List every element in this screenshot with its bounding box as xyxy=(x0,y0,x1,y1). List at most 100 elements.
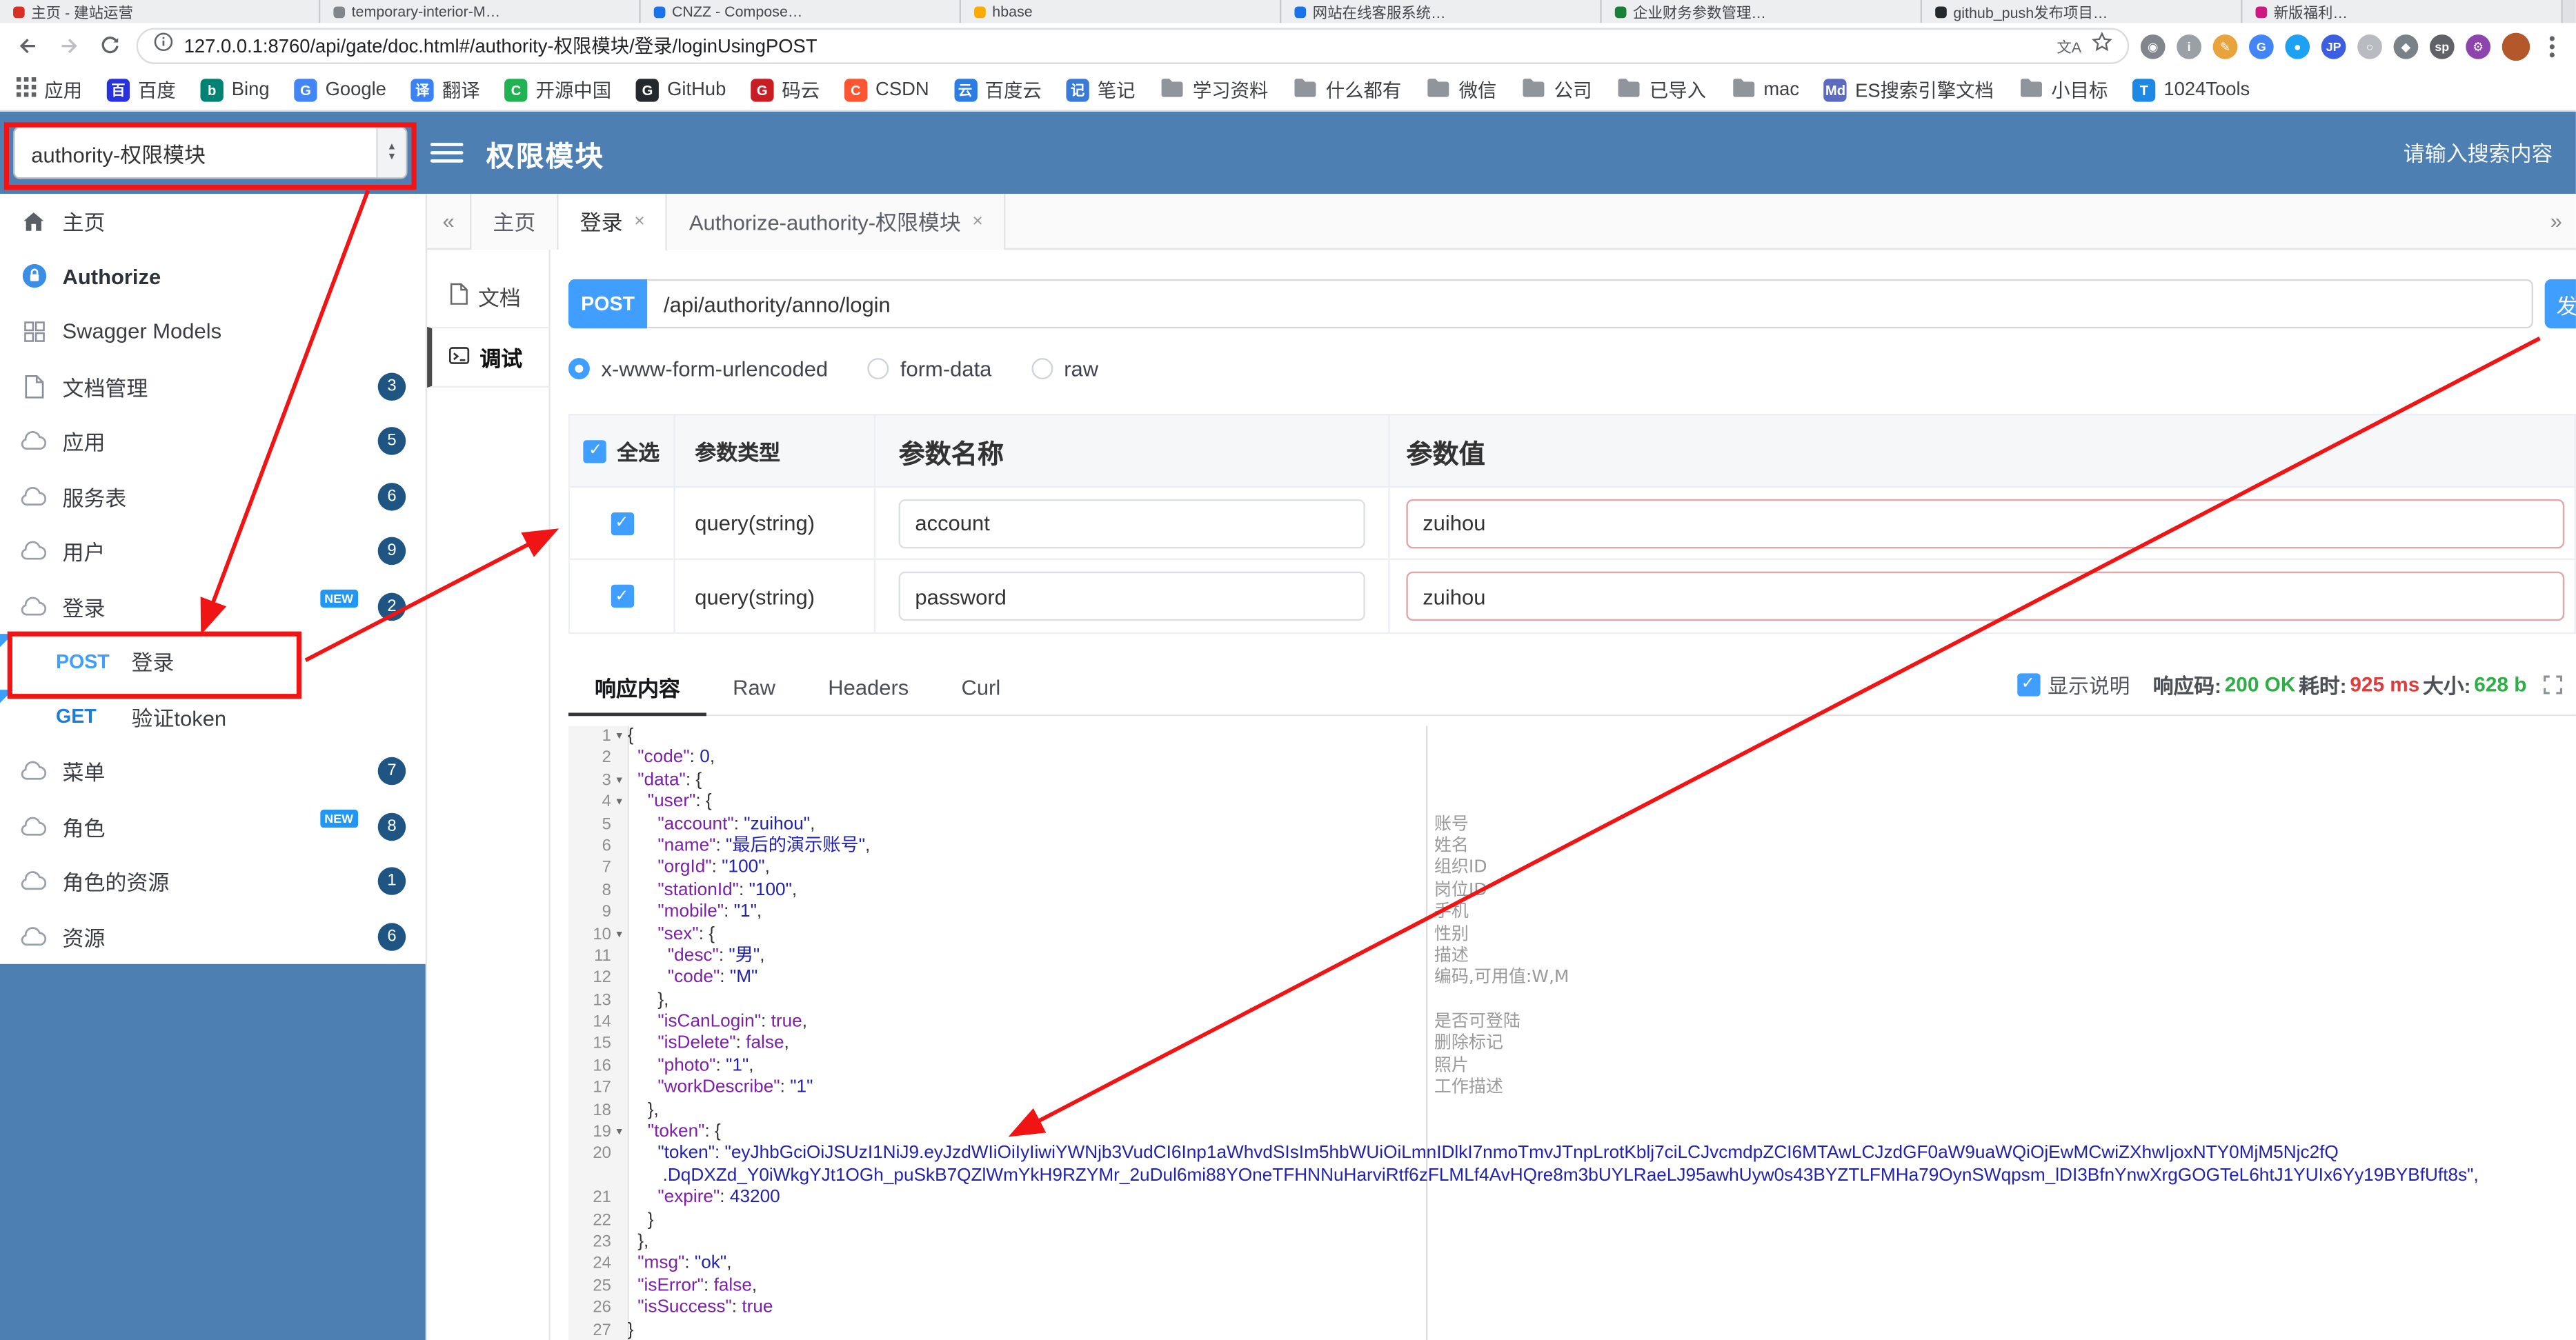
bookmark-item[interactable]: 记 笔记 xyxy=(1066,77,1136,103)
sidebar-item[interactable]: 用户 9 xyxy=(0,524,426,579)
translate-icon[interactable]: 文A xyxy=(2057,35,2081,57)
bookmark-item[interactable]: mac xyxy=(1731,77,1799,103)
tab-document[interactable]: 文档 xyxy=(427,266,548,327)
url-text[interactable]: 127.0.0.1:8760/api/gate/doc.html#/author… xyxy=(184,33,2047,59)
bookmark-item[interactable]: 应用 xyxy=(16,77,82,103)
send-button[interactable]: 发送 xyxy=(2544,279,2576,329)
response-tab[interactable]: Curl xyxy=(935,659,1027,714)
browser-tab[interactable]: 新版福利… xyxy=(2242,0,2563,23)
header-search-input[interactable] xyxy=(2323,140,2553,166)
tab-favicon xyxy=(13,6,25,18)
tabs-scroll-right-icon[interactable]: » xyxy=(2537,208,2576,233)
body-type-radio[interactable]: raw xyxy=(1031,356,1098,380)
param-value-input[interactable] xyxy=(1406,571,2565,621)
body-type-radio[interactable]: x-www-form-urlencoded xyxy=(568,356,828,380)
bookmark-item[interactable]: G GitHub xyxy=(635,78,726,101)
content-tab[interactable]: 主页 xyxy=(470,192,559,249)
gear-extension-icon[interactable]: ⚙ xyxy=(2466,33,2491,59)
bookmark-item[interactable]: C CSDN xyxy=(844,78,929,101)
page-info-icon[interactable] xyxy=(152,31,174,61)
tabs-scroll-left-icon[interactable]: « xyxy=(427,208,470,233)
sidebar-item[interactable]: 服务表 6 xyxy=(0,469,426,524)
body-type-radio[interactable]: form-data xyxy=(867,356,991,380)
response-tab[interactable]: Headers xyxy=(802,659,935,714)
sidebar-item[interactable]: GET 验证token xyxy=(0,688,426,744)
browser-tab[interactable]: CNZZ - Compose… xyxy=(640,0,962,23)
browser-tab[interactable]: temporary-interior-M… xyxy=(320,0,641,23)
bookmark-item[interactable]: 译 翻译 xyxy=(410,77,480,103)
sidebar-item[interactable]: POST 登录 xyxy=(0,634,426,689)
tab-debug[interactable]: 调试 xyxy=(427,326,549,388)
jp-extension-icon[interactable]: JP xyxy=(2321,33,2346,59)
address-bar[interactable]: 127.0.0.1:8760/api/gate/doc.html#/author… xyxy=(136,28,2130,64)
sidebar-item[interactable]: Swagger Models xyxy=(0,304,426,359)
close-tab-icon[interactable]: × xyxy=(973,211,983,231)
content-tab[interactable]: 登录 × xyxy=(558,192,668,251)
blue-dot-extension-icon[interactable]: ● xyxy=(2285,33,2310,59)
browser-menu-icon[interactable] xyxy=(2549,43,2555,49)
bookmark-item[interactable]: C 开源中国 xyxy=(504,77,611,103)
param-checkbox[interactable] xyxy=(610,584,633,608)
bookmark-item[interactable]: 云 百度云 xyxy=(953,77,1042,103)
hamburger-menu-icon[interactable] xyxy=(430,143,464,163)
param-name-input[interactable] xyxy=(898,571,1365,621)
bookmark-item[interactable]: 微信 xyxy=(1426,77,1496,103)
sidebar-item[interactable]: 菜单 7 xyxy=(0,744,426,799)
forward-icon[interactable] xyxy=(55,31,84,61)
content-tab[interactable]: Authorize-authority-权限模块 × xyxy=(667,192,1007,249)
sidebar-item[interactable]: 登录 NEW 2 xyxy=(0,579,426,634)
sidebar-item[interactable]: 主页 xyxy=(0,194,426,249)
response-tab[interactable]: Raw xyxy=(706,659,802,714)
bookmark-item[interactable]: 小目标 xyxy=(2019,77,2108,103)
param-name-input[interactable] xyxy=(898,498,1365,548)
param-value-input[interactable] xyxy=(1406,498,2565,548)
browser-tab[interactable]: 网站在线客服系统… xyxy=(1281,0,1602,23)
select-all-checkbox[interactable] xyxy=(584,439,607,463)
param-type: query(string) xyxy=(675,560,876,632)
google-extension-icon[interactable]: G xyxy=(2248,33,2274,59)
browser-tab[interactable]: github_push发布项目… xyxy=(1922,0,2243,23)
sidebar-item[interactable]: 角色 NEW 8 xyxy=(0,799,426,854)
response-body-editor[interactable]: 1 ▾{2 "code": 0, 3 ▾ "data": {4 ▾ "user": {5… xyxy=(568,726,2576,1340)
bookmark-item[interactable]: 已导入 xyxy=(1616,77,1706,103)
bookmark-item[interactable]: Md ES搜索引擎文档 xyxy=(1823,77,1994,103)
bookmark-item[interactable]: T 1024Tools xyxy=(2132,78,2250,101)
show-description-checkbox[interactable] xyxy=(2017,672,2040,696)
bookmark-star-icon[interactable] xyxy=(2091,31,2112,61)
bookmark-label: 公司 xyxy=(1554,81,1592,101)
bookmark-item[interactable]: b Bing xyxy=(200,78,270,101)
circle-extension-icon[interactable]: ○ xyxy=(2357,33,2382,59)
browser-tab[interactable]: hbase xyxy=(961,0,1282,23)
sidebar-item[interactable]: Authorize xyxy=(0,249,426,304)
reload-icon[interactable] xyxy=(95,31,125,61)
show-description-toggle[interactable]: 显示说明 xyxy=(2017,668,2130,699)
browser-toolbar: 127.0.0.1:8760/api/gate/doc.html#/author… xyxy=(0,23,2576,70)
capture-extension-icon[interactable]: ◉ xyxy=(2140,33,2166,59)
pen-extension-icon[interactable]: ✎ xyxy=(2212,33,2238,59)
bookmark-item[interactable]: 学习资料 xyxy=(1160,77,1268,103)
profile-avatar[interactable] xyxy=(2501,32,2530,60)
info-extension-icon[interactable]: i xyxy=(2177,33,2201,59)
request-url-input[interactable] xyxy=(647,279,2533,329)
bookmark-item[interactable]: 公司 xyxy=(1521,77,1592,103)
shield-extension-icon[interactable]: ◆ xyxy=(2393,33,2419,59)
close-tab-icon[interactable]: × xyxy=(634,211,644,231)
bookmark-item[interactable]: G 码云 xyxy=(751,77,820,103)
back-icon[interactable] xyxy=(13,31,43,61)
param-checkbox[interactable] xyxy=(610,511,633,535)
sp-extension-icon[interactable]: sp xyxy=(2429,33,2455,59)
sidebar-item[interactable]: 角色的资源 1 xyxy=(0,854,426,909)
count-badge: 7 xyxy=(377,757,406,786)
sidebar-item[interactable]: 应用 5 xyxy=(0,414,426,469)
response-tab[interactable]: 响应内容 xyxy=(568,660,706,717)
fullscreen-icon[interactable] xyxy=(2543,674,2563,694)
bookmark-item[interactable]: 百 百度 xyxy=(106,77,176,103)
select-spinner-icon[interactable]: ▲ ▼ xyxy=(376,128,406,178)
browser-tab[interactable]: 主页 - 建站运营 xyxy=(0,0,321,23)
browser-tab[interactable]: 企业财务参数管理… xyxy=(1601,0,1923,23)
service-select[interactable]: authority-权限模块 ▲ ▼ xyxy=(13,126,408,179)
bookmark-item[interactable]: G Google xyxy=(294,78,386,101)
sidebar-item[interactable]: 文档管理 3 xyxy=(0,359,426,414)
sidebar-item[interactable]: 资源 6 xyxy=(0,909,426,964)
bookmark-item[interactable]: 什么都有 xyxy=(1293,77,1401,103)
